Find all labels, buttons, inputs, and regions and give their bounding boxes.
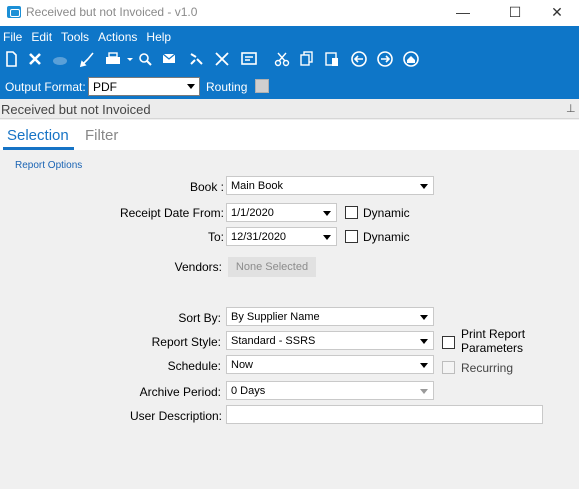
app-icon (7, 6, 21, 18)
output-format-value: PDF (93, 80, 117, 94)
archive-period-label: Archive Period: (139, 385, 221, 399)
chevron-down-icon (420, 389, 428, 394)
title-bar: Received but not Invoiced - v1.0 — ☐ ✕ (0, 0, 579, 26)
vendors-label: Vendors: (174, 260, 222, 274)
window-title: Received but not Invoiced - v1.0 (26, 5, 198, 19)
report-options-heading: Report Options (15, 160, 83, 171)
output-format-label: Output Format: (5, 80, 86, 94)
panel-header: Received but not Invoiced ⊥ (0, 99, 579, 119)
delete-icon[interactable] (26, 50, 44, 68)
receipt-date-from-picker[interactable]: 1/1/2020 (226, 203, 337, 222)
book-select[interactable]: Main Book (226, 176, 434, 195)
copy-icon[interactable] (298, 50, 316, 68)
archive-icon[interactable] (240, 50, 258, 68)
minimize-button[interactable]: — (440, 0, 486, 26)
toolbar (0, 46, 579, 72)
tab-bar: Selection Filter (0, 120, 579, 150)
menu-tools[interactable]: Tools (61, 26, 89, 46)
close-button[interactable]: ✕ (534, 0, 579, 26)
receipt-date-from-label: Receipt Date From: (119, 206, 224, 220)
schedule-select[interactable]: Now (226, 355, 434, 374)
blank-icon[interactable] (51, 50, 69, 68)
chevron-down-icon (420, 363, 428, 368)
dynamic-to-label: Dynamic (363, 230, 410, 244)
book-label: Book : (189, 180, 224, 194)
to-date-value: 12/31/2020 (231, 231, 287, 243)
forward-icon[interactable] (376, 50, 394, 68)
print-report-parameters-checkbox[interactable] (442, 336, 455, 349)
menu-file[interactable]: File (3, 26, 22, 46)
chevron-down-icon (420, 315, 428, 320)
panel-title: Received but not Invoiced (1, 102, 151, 117)
chevron-down-icon (323, 235, 331, 240)
home-icon[interactable] (402, 50, 420, 68)
dynamic-to-checkbox[interactable] (345, 230, 358, 243)
dynamic-from-label: Dynamic (363, 206, 410, 220)
tab-filter[interactable]: Filter (85, 127, 118, 144)
report-style-label: Report Style: (151, 335, 221, 349)
new-icon[interactable] (2, 50, 20, 68)
receipt-date-from-value: 1/1/2020 (231, 207, 274, 219)
export-icon[interactable] (213, 50, 231, 68)
routing-checkbox[interactable] (255, 79, 269, 93)
pin-icon[interactable]: ⊥ (566, 102, 576, 115)
active-tab-indicator (3, 147, 74, 150)
maximize-button[interactable]: ☐ (492, 0, 538, 26)
user-description-label: User Description: (129, 409, 222, 423)
menu-actions[interactable]: Actions (98, 26, 137, 46)
chevron-down-icon (323, 211, 331, 216)
cut-icon[interactable] (273, 50, 291, 68)
user-description-input[interactable] (226, 405, 543, 424)
print-icon[interactable] (104, 50, 122, 68)
book-value: Main Book (231, 180, 283, 192)
back-icon[interactable] (350, 50, 368, 68)
menu-help[interactable]: Help (146, 26, 171, 46)
vendors-button[interactable]: None Selected (228, 257, 316, 277)
sort-by-value: By Supplier Name (231, 311, 320, 323)
email-icon[interactable] (161, 50, 179, 68)
print-report-parameters-label-2: Parameters (461, 341, 524, 355)
menu-edit[interactable]: Edit (31, 26, 52, 46)
dynamic-from-checkbox[interactable] (345, 206, 358, 219)
chevron-down-icon (420, 339, 428, 344)
recurring-label: Recurring (461, 361, 514, 375)
output-format-select[interactable]: PDF (88, 77, 200, 96)
menu-bar: File Edit Tools Actions Help (0, 26, 178, 46)
schedule-value: Now (231, 359, 254, 371)
schedule-label: Schedule: (167, 359, 221, 373)
chevron-down-icon (420, 184, 428, 189)
chevron-down-icon (187, 84, 195, 89)
to-date-picker[interactable]: 12/31/2020 (226, 227, 337, 246)
to-date-label: To: (207, 230, 224, 244)
routing-label: Routing (206, 80, 248, 94)
paste-icon[interactable] (323, 50, 341, 68)
archive-period-value: 0 Days (231, 385, 266, 397)
print-dropdown-icon[interactable] (121, 50, 133, 68)
tab-selection[interactable]: Selection (7, 127, 69, 144)
print-report-parameters-label-1: Print Report (461, 327, 526, 341)
fax-icon[interactable] (188, 50, 206, 68)
report-style-select[interactable]: Standard - SSRS (226, 331, 434, 350)
archive-period-select[interactable]: 0 Days (226, 381, 434, 400)
clear-icon[interactable] (79, 50, 97, 68)
report-style-value: Standard - SSRS (231, 335, 316, 347)
sort-by-label: Sort By: (178, 311, 221, 325)
preview-icon[interactable] (136, 50, 154, 68)
recurring-checkbox[interactable] (442, 361, 455, 374)
sort-by-select[interactable]: By Supplier Name (226, 307, 434, 326)
